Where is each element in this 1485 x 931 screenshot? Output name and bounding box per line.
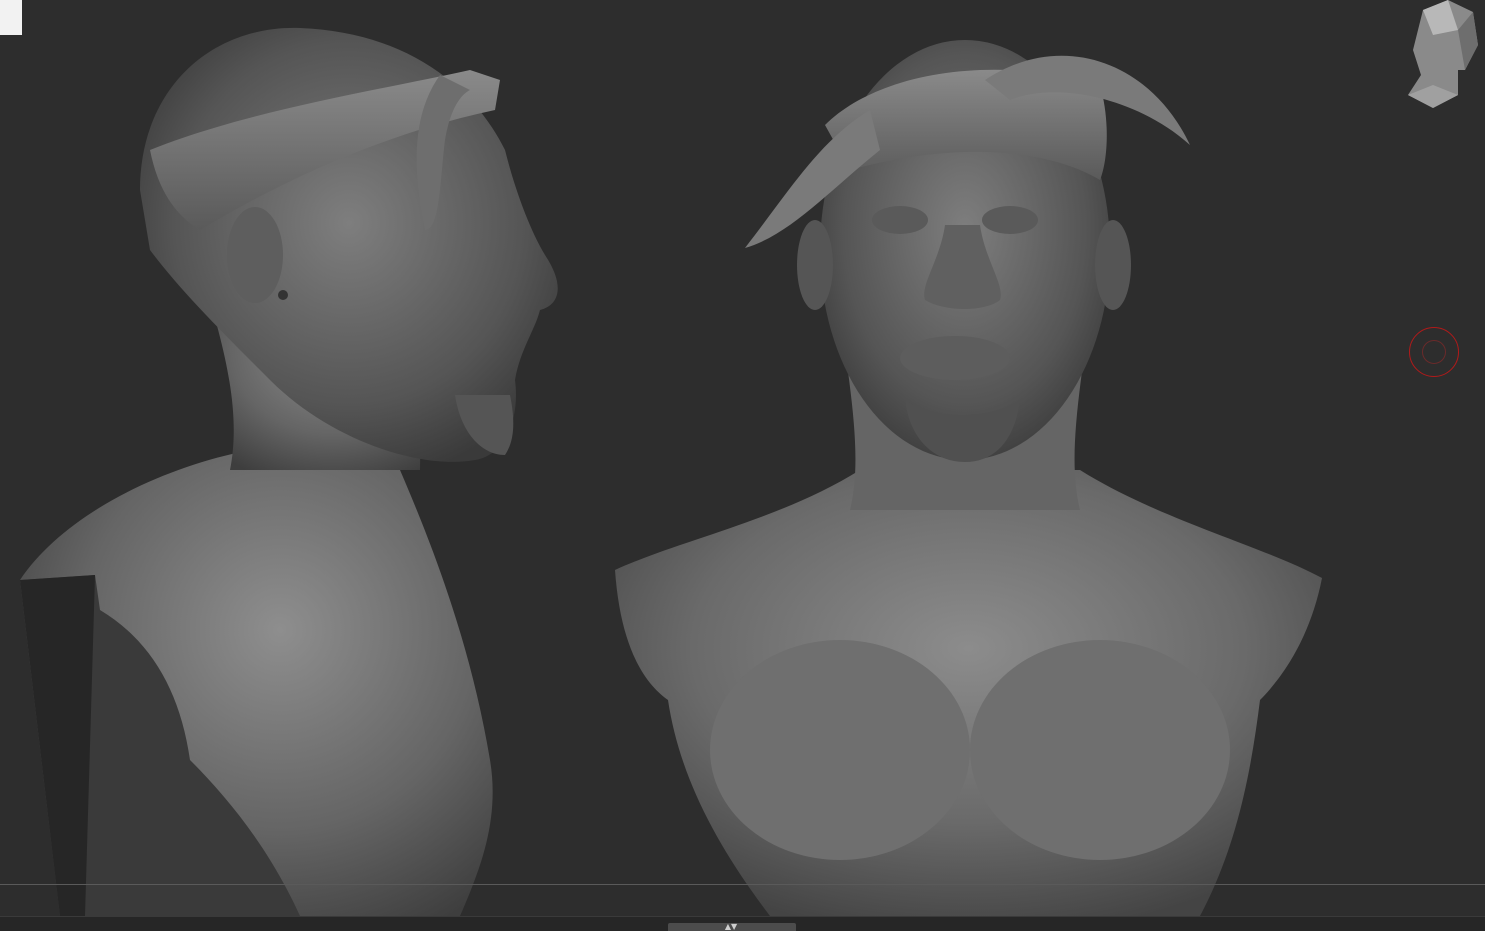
side-ear [227,207,283,303]
side-earring [278,290,288,300]
side-cut-face [20,575,95,916]
tray-toggle-icon[interactable]: ▲▼ [720,923,742,931]
front-ear-right [1095,220,1131,310]
front-pec-left [710,640,970,860]
front-view-bust[interactable] [615,40,1322,916]
front-ear-left [797,220,833,310]
brush-cursor-inner-ring [1422,340,1446,364]
side-view-bust[interactable] [20,27,558,916]
front-eye-right [982,206,1038,234]
front-pec-right [970,640,1230,860]
front-mouth [900,336,1010,380]
front-eye-left [872,206,928,234]
front-torso [615,470,1322,916]
floor-grid-line [0,884,1485,885]
scene-canvas[interactable] [0,0,1485,931]
head-gizmo-icon[interactable] [1403,0,1479,110]
sculpt-viewport[interactable]: ▲▼ [0,0,1485,931]
brush-cursor-icon [1409,327,1459,377]
